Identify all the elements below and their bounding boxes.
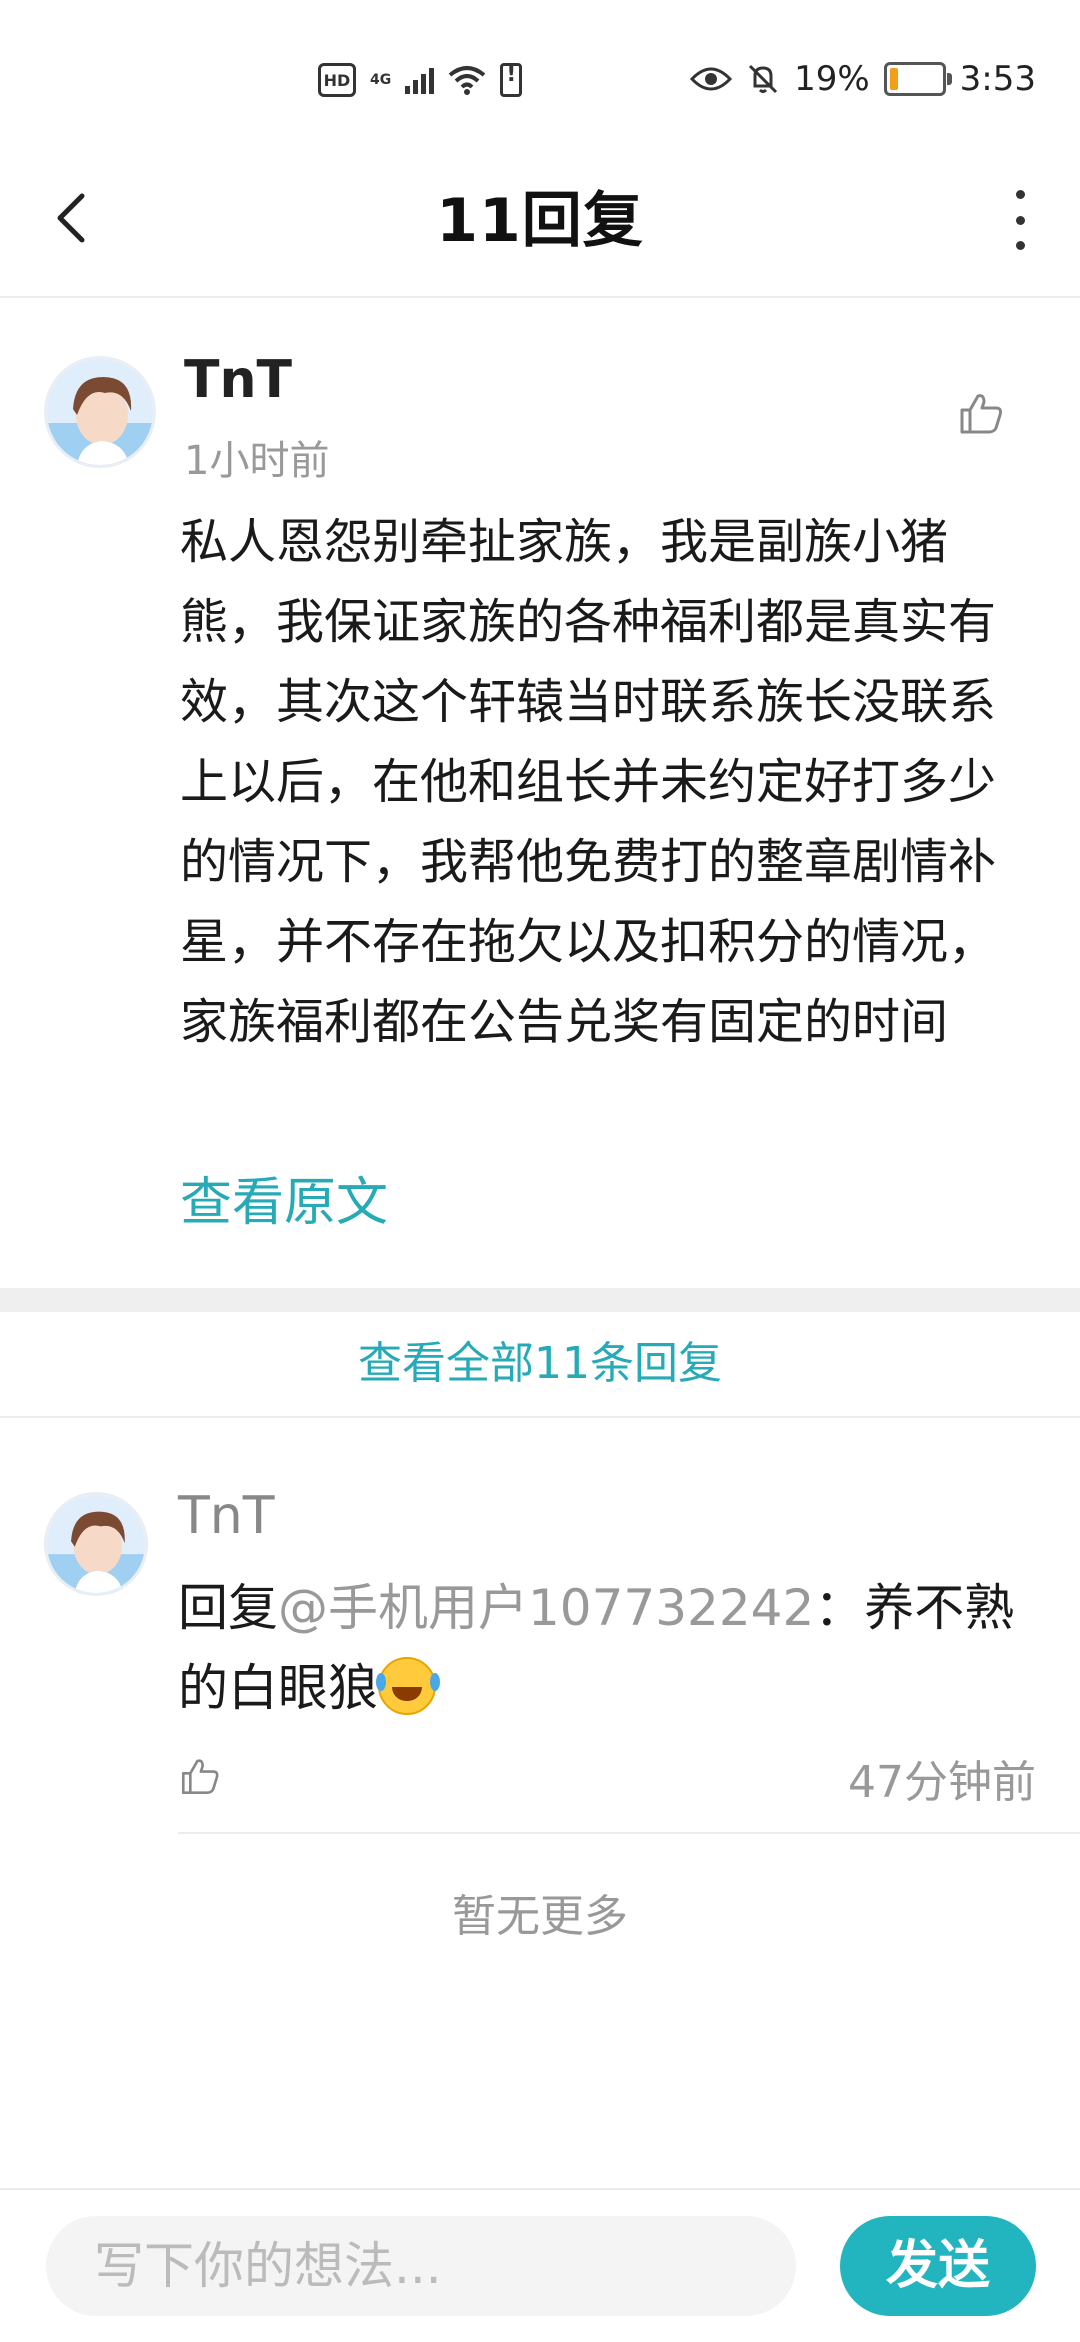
avatar[interactable] <box>44 356 156 468</box>
reply-time: 47分钟前 <box>848 1757 1036 1808</box>
avatar-image <box>47 1495 145 1593</box>
hd-icon: HD <box>318 63 356 97</box>
bell-muted-icon <box>749 64 778 94</box>
reply-item: TnT 回复@手机用户107732242：养不熟的白眼狼 47分钟前 <box>0 1418 1080 1838</box>
alert-battery-icon <box>500 62 523 97</box>
reply-author[interactable]: TnT <box>178 1486 274 1546</box>
no-more-label: 暂无更多 <box>452 1891 628 1942</box>
wifi-icon <box>448 66 486 95</box>
reply-divider <box>178 1832 1080 1834</box>
network-label: 4G <box>370 72 392 88</box>
view-all-replies-link[interactable]: 查看全部11条回复 <box>0 1312 1080 1418</box>
clock: 3:53 <box>959 59 1036 99</box>
comment-text: 私人恩怨别牵扯家族，我是副族小猪熊，我保证家族的各种福利都是真实有效，其次这个轩… <box>180 514 997 1050</box>
page-title: 11回复 <box>436 186 644 256</box>
signal-icon <box>405 66 435 94</box>
battery-percent: 19% <box>794 59 870 99</box>
laughing-tears-emoji-icon <box>376 1657 436 1715</box>
status-right-icons: 19% 3:53 <box>690 54 1036 104</box>
more-options-icon[interactable] <box>1010 190 1030 250</box>
top-nav: 11回复 <box>0 150 1080 298</box>
mention-link[interactable]: @手机用户107732242 <box>278 1579 814 1637</box>
comment-author[interactable]: TnT <box>184 350 292 410</box>
battery-icon <box>883 62 952 96</box>
status-left-icons: HD 4G <box>318 60 523 100</box>
avatar[interactable] <box>44 1492 148 1596</box>
section-divider <box>0 1288 1080 1312</box>
comment-time: 1小时前 <box>184 438 330 484</box>
avatar-image <box>47 359 153 465</box>
comment-input[interactable]: 写下你的想法... <box>46 2216 796 2316</box>
main-comment: TnT 1小时前 私人恩怨别牵扯家族，我是副族小猪熊，我保证家族的各种福利都是真… <box>0 298 1080 1288</box>
view-original-link[interactable]: 查看原文 <box>180 1160 388 1235</box>
reply-prefix: 回复 <box>178 1579 278 1637</box>
thumbs-up-icon[interactable] <box>178 1754 222 1798</box>
comment-composer: 写下你的想法... 发送 <box>0 2188 1080 2342</box>
reply-text: 回复@手机用户107732242：养不熟的白眼狼 <box>178 1568 1038 1728</box>
status-bar: HD 4G 19% 3:53 <box>0 0 1080 150</box>
send-button[interactable]: 发送 <box>840 2216 1036 2316</box>
battery-fill <box>889 68 899 90</box>
eye-icon <box>690 67 733 91</box>
thumbs-up-icon[interactable] <box>956 388 1006 438</box>
